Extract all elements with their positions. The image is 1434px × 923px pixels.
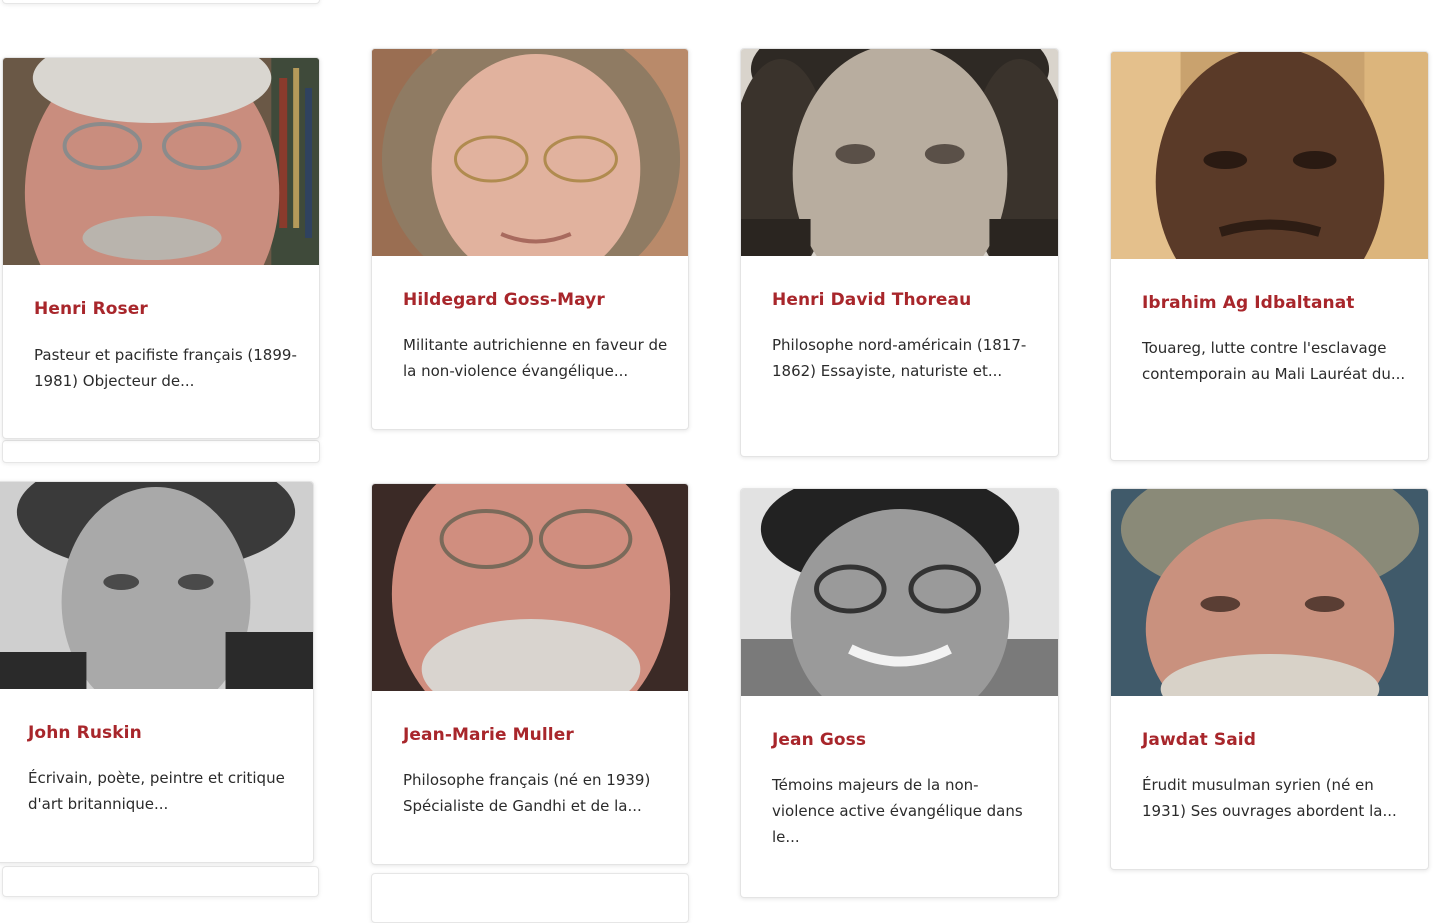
person-card-jean-marie-muller[interactable]: Jean-Marie Muller Philosophe français (n… (371, 483, 689, 865)
person-description: Écrivain, poète, peintre et critique d'a… (28, 769, 285, 813)
person-name[interactable]: Henri Roser (34, 299, 148, 319)
portrait-photo[interactable] (1111, 489, 1428, 696)
portrait-photo[interactable] (1111, 52, 1428, 259)
partial-card-behind-row1 (2, 440, 320, 463)
portrait-photo[interactable] (372, 484, 688, 691)
person-description: Philosophe nord-américain (1817-1862) Es… (772, 336, 1027, 380)
person-name[interactable]: John Ruskin (28, 723, 142, 743)
portrait-photo[interactable] (0, 482, 313, 689)
person-card-jean-goss[interactable]: Jean Goss Témoins majeurs de la non-viol… (740, 488, 1059, 898)
person-card-hildegard-goss-mayr[interactable]: Hildegard Goss-Mayr Militante autrichien… (371, 48, 689, 430)
portrait-photo[interactable] (3, 58, 319, 265)
partial-card-behind-row2 (2, 866, 319, 897)
person-card-jawdat-said[interactable]: Jawdat Said Érudit musulman syrien (né e… (1110, 488, 1429, 870)
portrait-photo[interactable] (372, 49, 688, 256)
partial-card-bottom (371, 873, 689, 923)
person-description: Pasteur et pacifiste français (1899-1981… (34, 346, 297, 390)
person-name[interactable]: Hildegard Goss-Mayr (403, 290, 605, 310)
person-description: Témoins majeurs de la non-violence activ… (772, 776, 1023, 846)
person-card-henri-roser[interactable]: Henri Roser Pasteur et pacifiste françai… (2, 57, 320, 439)
person-name[interactable]: Jean-Marie Muller (403, 725, 574, 745)
person-name[interactable]: Jawdat Said (1142, 730, 1256, 750)
person-card-henri-david-thoreau[interactable]: Henri David Thoreau Philosophe nord-amér… (740, 48, 1059, 457)
person-description: Touareg, lutte contre l'esclavage contem… (1142, 339, 1406, 383)
person-card-john-ruskin[interactable]: John Ruskin Écrivain, poète, peintre et … (0, 481, 314, 863)
person-name[interactable]: Jean Goss (772, 730, 866, 750)
person-name[interactable]: Henri David Thoreau (772, 290, 971, 310)
person-description: Philosophe français (né en 1939) Spécial… (403, 771, 651, 815)
person-card-ibrahim-ag-idbaltanat[interactable]: Ibrahim Ag Idbaltanat Touareg, lutte con… (1110, 51, 1429, 461)
portrait-photo[interactable] (741, 489, 1058, 696)
portrait-photo[interactable] (741, 49, 1058, 256)
person-name[interactable]: Ibrahim Ag Idbaltanat (1142, 293, 1355, 313)
partial-card-top (2, 0, 320, 4)
person-description: Militante autrichienne en faveur de la n… (403, 336, 668, 380)
person-description: Érudit musulman syrien (né en 1931) Ses … (1142, 776, 1397, 820)
